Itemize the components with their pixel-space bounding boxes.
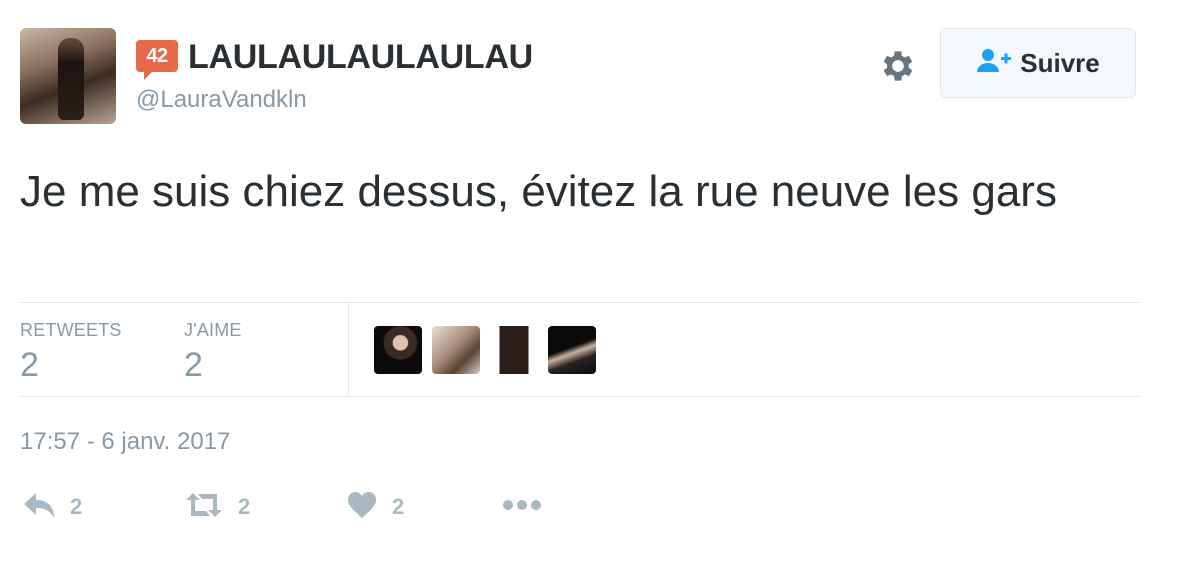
add-user-icon bbox=[976, 47, 1012, 80]
retweets-value[interactable]: 2 bbox=[20, 346, 39, 385]
reply-button[interactable]: 2 bbox=[22, 490, 82, 524]
stats-vertical-divider bbox=[348, 303, 349, 396]
liker-avatar[interactable] bbox=[548, 326, 596, 374]
retweet-count: 2 bbox=[238, 494, 251, 519]
tweet-timestamp[interactable]: 17:57 - 6 janv. 2017 bbox=[20, 428, 230, 456]
heart-icon bbox=[346, 490, 378, 525]
badge-42-icon: 42 bbox=[136, 40, 178, 80]
reply-icon bbox=[22, 490, 56, 525]
reply-count: 2 bbox=[70, 494, 83, 519]
stats-bottom-divider bbox=[20, 396, 1140, 397]
liker-avatar[interactable] bbox=[432, 326, 480, 374]
retweet-icon bbox=[184, 490, 224, 525]
stats-top-divider bbox=[20, 302, 1140, 303]
liker-avatar[interactable] bbox=[490, 326, 538, 374]
tweet-text: Je me suis chiez dessus, évitez la rue n… bbox=[20, 167, 1057, 216]
likes-label[interactable]: J'AIME bbox=[184, 320, 242, 341]
retweets-label[interactable]: RETWEETS bbox=[20, 320, 122, 341]
avatar-photo-figure bbox=[58, 38, 84, 120]
gear-icon[interactable] bbox=[878, 46, 918, 86]
more-options-button[interactable] bbox=[502, 490, 542, 524]
liker-avatar[interactable] bbox=[374, 326, 422, 374]
likes-value[interactable]: 2 bbox=[184, 346, 203, 385]
follow-button[interactable]: Suivre bbox=[940, 28, 1136, 98]
follow-button-label: Suivre bbox=[1020, 47, 1100, 78]
like-button[interactable]: 2 bbox=[346, 490, 404, 524]
retweet-button[interactable]: 2 bbox=[184, 490, 250, 524]
more-icon bbox=[502, 498, 542, 516]
like-count: 2 bbox=[392, 494, 405, 519]
display-name[interactable]: LAULAULAULAULAU bbox=[188, 38, 533, 77]
user-handle[interactable]: @LauraVandkln bbox=[136, 86, 307, 114]
user-avatar[interactable] bbox=[20, 28, 116, 124]
